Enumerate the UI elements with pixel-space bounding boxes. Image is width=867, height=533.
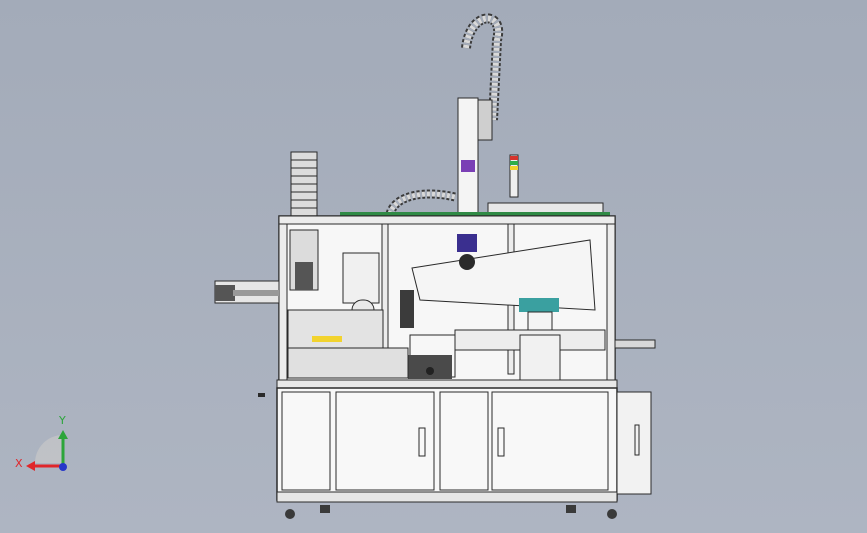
z-axis-dot (59, 463, 67, 471)
casters (285, 505, 617, 519)
x-axis-label: X (15, 457, 23, 470)
lower-cabinet (276, 387, 618, 501)
machine-model[interactable] (0, 0, 867, 533)
vertical-axis-column (457, 97, 479, 217)
coordinate-triad (26, 430, 68, 471)
cad-viewport[interactable]: X Y (0, 0, 867, 533)
y-axis-label: Y (59, 414, 66, 427)
side-electrical-box (616, 391, 652, 495)
signal-tower (509, 154, 519, 198)
